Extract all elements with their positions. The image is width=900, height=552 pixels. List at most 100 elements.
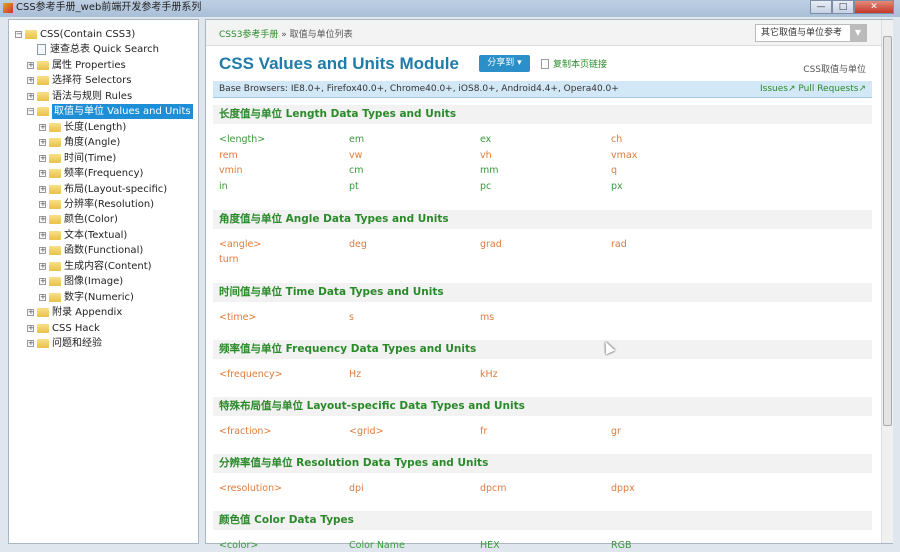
folder-icon [37, 76, 49, 86]
expand-icon[interactable]: + [39, 278, 46, 286]
unit-link[interactable]: Color Name [349, 540, 405, 552]
base-browsers-text: Base Browsers: IE8.0+, Firefox40.0+, Chr… [219, 84, 619, 94]
minimize-button[interactable]: — [810, 0, 832, 14]
unit-link[interactable]: rad [611, 239, 627, 251]
collapse-icon[interactable]: − [27, 108, 34, 116]
tree-item[interactable]: − 取值与单位 Values and Units [27, 104, 193, 120]
collapse-icon[interactable]: − [15, 31, 22, 38]
expand-icon[interactable]: + [39, 293, 46, 301]
expand-icon[interactable]: + [39, 200, 46, 208]
unit-link[interactable]: dppx [611, 483, 635, 495]
expand-icon[interactable]: + [39, 231, 46, 239]
unit-link[interactable]: <resolution> [219, 483, 282, 495]
maximize-button[interactable]: □ [832, 0, 854, 14]
section-header: 时间值与单位 Time Data Types and Units [213, 283, 872, 302]
tree-item[interactable]: + 函数(Functional) [39, 243, 143, 258]
expand-icon[interactable]: + [39, 139, 46, 147]
unit-link[interactable]: fr [480, 426, 487, 438]
tree-item[interactable]: + 属性 Properties [27, 58, 126, 73]
unit-link[interactable]: deg [349, 239, 367, 251]
expand-icon[interactable]: + [39, 247, 46, 255]
tree-item[interactable]: + CSS Hack [27, 321, 100, 336]
unit-link[interactable]: s [349, 312, 354, 324]
unit-link[interactable]: <grid> [349, 426, 384, 438]
tree-item[interactable]: + 颜色(Color) [39, 212, 118, 227]
unit-link[interactable]: vw [349, 150, 362, 162]
unit-link[interactable]: <time> [219, 312, 256, 324]
unit-link[interactable]: in [219, 181, 228, 193]
unit-link[interactable]: dpcm [480, 483, 507, 495]
tree-item[interactable]: + 分辨率(Resolution) [39, 197, 154, 212]
unit-link[interactable]: pc [480, 181, 491, 193]
expand-icon[interactable]: + [39, 216, 46, 224]
unit-link[interactable]: grad [480, 239, 502, 251]
tree-item[interactable]: + 文本(Textual) [39, 228, 127, 243]
tree-item[interactable]: + 生成内容(Content) [39, 259, 152, 274]
unit-link[interactable]: vh [480, 150, 492, 162]
tree-item[interactable]: + 语法与规则 Rules [27, 89, 132, 104]
close-button[interactable]: ✕ [854, 0, 894, 14]
expand-icon[interactable]: + [27, 77, 34, 85]
tree-item[interactable]: + 附录 Appendix [27, 305, 122, 320]
unit-link[interactable]: ex [480, 134, 491, 146]
tree-item-label: 问题和经验 [52, 338, 102, 349]
expand-icon[interactable]: + [39, 170, 46, 178]
unit-link[interactable]: mm [480, 165, 499, 177]
unit-link[interactable]: ms [480, 312, 494, 324]
unit-link[interactable]: HEX [480, 540, 500, 552]
unit-link[interactable]: <frequency> [219, 369, 283, 381]
copy-link-button[interactable]: 复制本页链接 [541, 57, 607, 70]
unit-link[interactable]: ch [611, 134, 622, 146]
unit-link[interactable]: px [611, 181, 623, 193]
unit-link[interactable]: em [349, 134, 364, 146]
tree-item[interactable]: + 频率(Frequency) [39, 166, 143, 181]
unit-link[interactable]: turn [219, 254, 239, 266]
tree-item[interactable]: + 布局(Layout-specific) [39, 182, 167, 197]
expand-icon[interactable]: + [27, 340, 34, 347]
tree-item-label: 颜色(Color) [64, 214, 118, 226]
unit-link[interactable]: <fraction> [219, 426, 271, 438]
unit-link[interactable]: <angle> [219, 239, 261, 251]
tree-item[interactable]: + 问题和经验 [27, 336, 102, 351]
tree-item[interactable]: + 长度(Length) [39, 120, 126, 135]
unit-link[interactable]: <color> [219, 540, 258, 552]
expand-icon[interactable]: + [27, 92, 34, 100]
tree-item-label: 数字(Numeric) [64, 291, 134, 303]
breadcrumb-bar: CSS3参考手册 » 取值与单位列表 其它取值与单位参考 ▼ [206, 20, 881, 46]
expand-icon[interactable]: + [39, 185, 46, 193]
unit-link[interactable]: dpi [349, 483, 364, 495]
unit-link[interactable]: vmax [611, 150, 637, 162]
pull-requests-link[interactable]: Pull Requests↗ [798, 84, 866, 94]
unit-link[interactable]: cm [349, 165, 363, 177]
tree-item[interactable]: 速查总表 Quick Search [27, 42, 159, 57]
unit-link[interactable]: Hz [349, 369, 361, 381]
unit-link[interactable]: vmin [219, 165, 243, 177]
tree-item-label: 附录 Appendix [52, 307, 123, 319]
other-reference-select[interactable]: 其它取值与单位参考 ▼ [755, 24, 867, 42]
expand-icon[interactable]: + [39, 262, 46, 270]
unit-link[interactable]: gr [611, 426, 621, 438]
scrollbar-thumb[interactable] [883, 36, 892, 426]
expand-icon[interactable]: + [39, 123, 46, 131]
breadcrumb-home-link[interactable]: CSS3参考手册 [219, 30, 278, 40]
unit-link[interactable]: q [611, 165, 617, 177]
expand-icon[interactable]: + [39, 154, 46, 162]
tree-item[interactable]: + 时间(Time) [39, 151, 116, 166]
share-button[interactable]: 分享到 ▾ [479, 55, 530, 72]
expand-icon[interactable]: + [27, 309, 34, 317]
unit-link[interactable]: kHz [480, 369, 498, 381]
tree-item[interactable]: + 数字(Numeric) [39, 290, 134, 305]
unit-link[interactable]: <length> [219, 134, 265, 146]
unit-link[interactable]: RGB [611, 540, 631, 552]
tree-item[interactable]: + 图像(Image) [39, 274, 123, 289]
expand-icon[interactable]: + [27, 61, 34, 69]
issues-link[interactable]: Issues↗ [760, 84, 796, 94]
vertical-scrollbar[interactable] [881, 20, 893, 543]
expand-icon[interactable]: + [27, 324, 34, 332]
tree-item[interactable]: + 选择符 Selectors [27, 73, 131, 88]
tree-item[interactable]: + 角度(Angle) [39, 135, 120, 150]
unit-link[interactable]: pt [349, 181, 359, 193]
unit-link[interactable]: rem [219, 150, 238, 162]
tree-item[interactable]: − CSS(Contain CSS3) [15, 27, 135, 42]
chevron-down-icon[interactable]: ▼ [850, 25, 866, 41]
